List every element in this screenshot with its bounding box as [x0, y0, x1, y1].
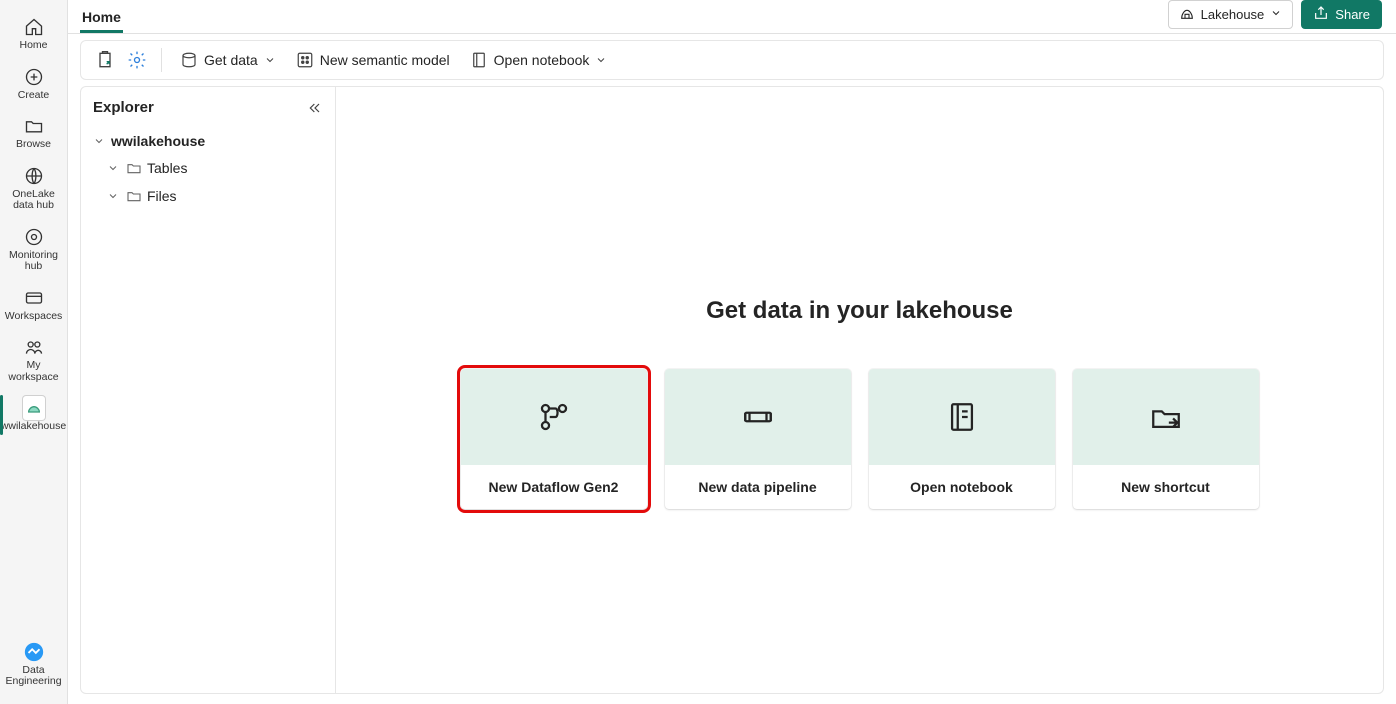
- nav-create[interactable]: Create: [4, 60, 64, 108]
- shortcut-icon: [1149, 400, 1183, 434]
- card-icon-area: [461, 369, 647, 465]
- globe-icon: [23, 165, 45, 187]
- nav-wwilakehouse[interactable]: wwilakehouse: [4, 391, 64, 439]
- dataflow-icon: [537, 400, 571, 434]
- card-new-dataflow-gen2[interactable]: New Dataflow Gen2: [461, 369, 647, 509]
- lakehouse-dropdown[interactable]: Lakehouse: [1168, 0, 1294, 29]
- pipeline-icon: [741, 400, 775, 434]
- chevron-down-icon: [1270, 7, 1282, 22]
- people-icon: [23, 336, 45, 358]
- content-heading: Get data in your lakehouse: [706, 297, 1013, 325]
- explorer-panel: Explorer wwilakehouse: [81, 87, 336, 693]
- card-new-shortcut[interactable]: New shortcut: [1073, 369, 1259, 509]
- nav-workspaces-label: Workspaces: [5, 311, 63, 323]
- cards-row: New Dataflow Gen2 New data pipeline: [461, 369, 1259, 509]
- body-frame: Explorer wwilakehouse: [80, 86, 1384, 694]
- toolbar: Get data New semantic model Open noteboo…: [80, 40, 1384, 80]
- nav-data-engineering[interactable]: Data Engineering: [4, 635, 64, 694]
- chevron-right-icon: [105, 160, 121, 176]
- collapse-explorer-button[interactable]: [307, 100, 323, 116]
- nav-workspaces[interactable]: Workspaces: [4, 281, 64, 329]
- card-label: New Dataflow Gen2: [461, 465, 647, 509]
- settings-button[interactable]: [123, 46, 151, 74]
- home-icon: [23, 16, 45, 38]
- tree-files-label: Files: [147, 188, 177, 204]
- nav-my-workspace[interactable]: My workspace: [4, 330, 64, 389]
- explorer-title: Explorer: [93, 99, 307, 116]
- nav-my-workspace-label: My workspace: [6, 360, 62, 383]
- explorer-tree: wwilakehouse Tables: [81, 124, 335, 210]
- nav-onelake[interactable]: OneLake data hub: [4, 159, 64, 218]
- card-icon-area: [869, 369, 1055, 465]
- nav-monitoring-label: Monitoring hub: [6, 250, 62, 273]
- header-row: Home Lakehouse Share: [68, 0, 1396, 34]
- share-button-label: Share: [1335, 7, 1370, 22]
- open-notebook-button[interactable]: Open notebook: [462, 47, 616, 73]
- tree-tables[interactable]: Tables: [87, 154, 335, 182]
- card-label: Open notebook: [869, 465, 1055, 509]
- data-engineering-icon: [23, 641, 45, 663]
- tree-tables-label: Tables: [147, 160, 187, 176]
- card-label: New shortcut: [1073, 465, 1259, 509]
- page-tab-home[interactable]: Home: [80, 5, 123, 33]
- chevron-down-icon: [91, 133, 107, 149]
- monitor-icon: [23, 226, 45, 248]
- tree-root-label: wwilakehouse: [111, 133, 205, 149]
- main-column: Home Lakehouse Share: [68, 0, 1396, 704]
- get-data-button[interactable]: Get data: [172, 47, 284, 73]
- refresh-button[interactable]: [91, 46, 119, 74]
- toolbar-divider: [161, 48, 162, 72]
- nav-home-label: Home: [19, 40, 47, 52]
- lakehouse-icon: [1179, 5, 1195, 24]
- card-icon-area: [665, 369, 851, 465]
- explorer-header: Explorer: [81, 87, 335, 124]
- nav-home[interactable]: Home: [4, 10, 64, 58]
- nav-create-label: Create: [18, 90, 50, 102]
- content-area: Get data in your lakehouse New Dataflow …: [336, 87, 1383, 693]
- workspaces-icon: [23, 287, 45, 309]
- chevron-double-left-icon: [307, 100, 323, 116]
- lakehouse-dropdown-label: Lakehouse: [1201, 7, 1265, 22]
- body-area: Explorer wwilakehouse: [68, 86, 1396, 704]
- nav-browse[interactable]: Browse: [4, 109, 64, 157]
- left-navigation-rail: Home Create Browse OneLake data hub Moni…: [0, 0, 68, 704]
- nav-data-engineering-label: Data Engineering: [5, 665, 61, 688]
- nav-onelake-label: OneLake data hub: [6, 189, 62, 212]
- chevron-right-icon: [105, 188, 121, 204]
- share-button[interactable]: Share: [1301, 0, 1382, 29]
- chevron-down-icon: [264, 54, 276, 66]
- chevron-down-icon: [595, 54, 607, 66]
- card-label: New data pipeline: [665, 465, 851, 509]
- card-icon-area: [1073, 369, 1259, 465]
- plus-circle-icon: [23, 66, 45, 88]
- card-new-data-pipeline[interactable]: New data pipeline: [665, 369, 851, 509]
- toolbar-container: Get data New semantic model Open noteboo…: [68, 34, 1396, 86]
- folder-icon: [125, 159, 143, 177]
- lakehouse-thumb-icon: [23, 397, 45, 419]
- notebook-icon: [945, 400, 979, 434]
- folder-icon: [23, 115, 45, 137]
- open-notebook-label: Open notebook: [494, 52, 590, 68]
- folder-icon: [125, 187, 143, 205]
- nav-wwilakehouse-label: wwilakehouse: [1, 421, 66, 433]
- get-data-label: Get data: [204, 52, 258, 68]
- share-icon: [1313, 5, 1329, 24]
- new-semantic-model-label: New semantic model: [320, 52, 450, 68]
- nav-monitoring[interactable]: Monitoring hub: [4, 220, 64, 279]
- nav-browse-label: Browse: [16, 139, 51, 151]
- new-semantic-model-button[interactable]: New semantic model: [288, 47, 458, 73]
- tree-files[interactable]: Files: [87, 182, 335, 210]
- card-open-notebook[interactable]: Open notebook: [869, 369, 1055, 509]
- tree-root-wwilakehouse[interactable]: wwilakehouse: [87, 128, 335, 154]
